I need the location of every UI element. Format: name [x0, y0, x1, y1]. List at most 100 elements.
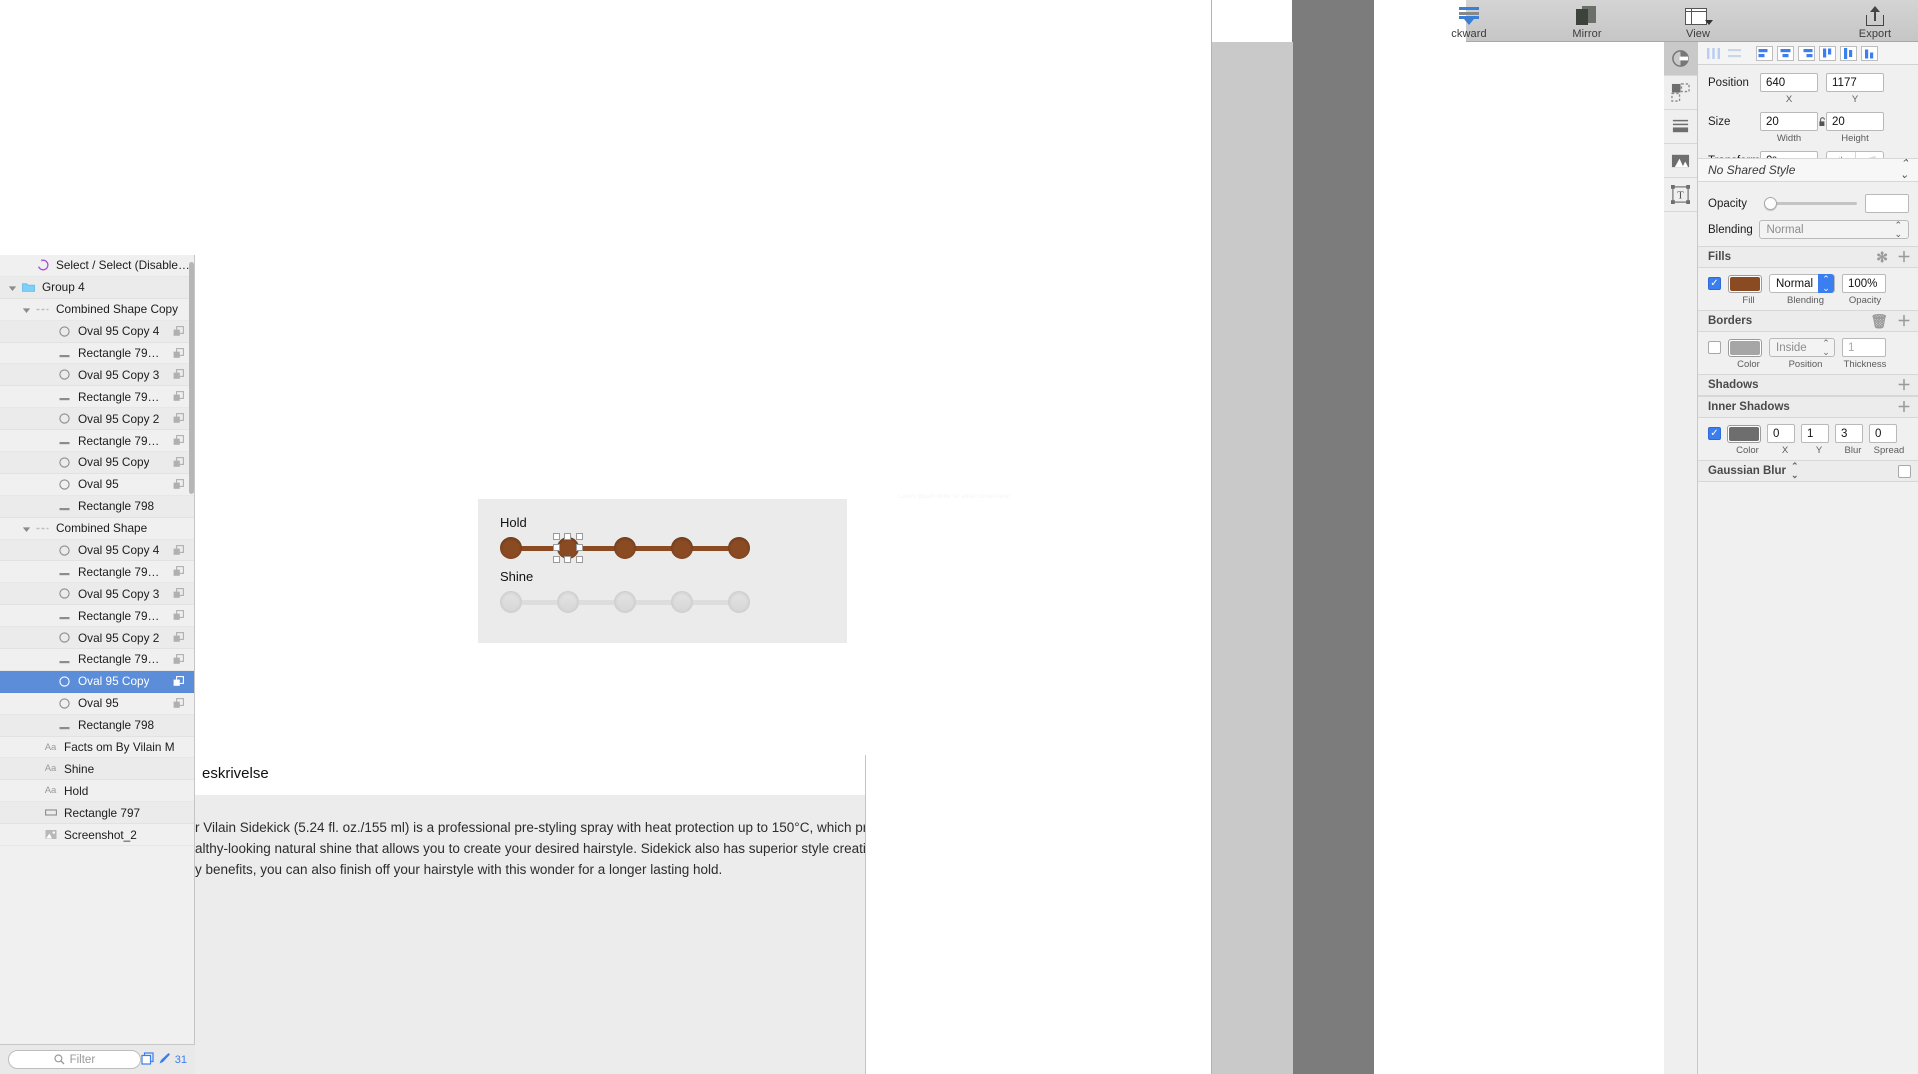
- align-center-icon[interactable]: [1776, 45, 1795, 62]
- layer-row[interactable]: Screenshot_2: [0, 824, 194, 846]
- layer-list-scrollbar[interactable]: [189, 262, 194, 494]
- hold-slider-dot-2[interactable]: [614, 537, 636, 559]
- inspector-tab-typography[interactable]: T: [1664, 178, 1697, 212]
- size-height-input[interactable]: 20: [1826, 112, 1884, 131]
- align-left-icon[interactable]: [1755, 45, 1774, 62]
- inspector-tab-images[interactable]: [1664, 144, 1697, 178]
- inner-shadow-y-input[interactable]: 1: [1801, 424, 1829, 443]
- borders-add-icon[interactable]: ＋: [1897, 311, 1911, 331]
- blending-select[interactable]: Normal ⌃ ⌄: [1759, 220, 1909, 239]
- gaussian-blur-checkbox[interactable]: [1898, 464, 1911, 478]
- layer-row[interactable]: Combined Shape Copy: [0, 299, 194, 321]
- handle-w[interactable]: [553, 544, 560, 551]
- opacity-slider-knob[interactable]: [1764, 197, 1777, 210]
- inspector-tab-appearance[interactable]: [1664, 42, 1697, 76]
- mask-icon[interactable]: [173, 457, 184, 471]
- mask-icon[interactable]: [173, 588, 184, 602]
- copy-icon[interactable]: [141, 1051, 154, 1068]
- align-right-icon[interactable]: [1797, 45, 1816, 62]
- hold-slider[interactable]: [500, 533, 756, 563]
- layer-row[interactable]: Oval 95: [0, 693, 194, 715]
- shine-slider-dot-0[interactable]: [500, 591, 522, 613]
- layer-row[interactable]: Aa Hold: [0, 780, 194, 802]
- position-x-input[interactable]: 640: [1760, 73, 1818, 92]
- inspector-tab-text-styles[interactable]: [1664, 110, 1697, 144]
- shine-slider-dot-1[interactable]: [557, 591, 579, 613]
- position-y-input[interactable]: 1177: [1826, 73, 1884, 92]
- layer-row[interactable]: Rectangle 79…: [0, 649, 194, 671]
- layer-row[interactable]: Group 4: [0, 276, 194, 299]
- toolbar-item-mirror[interactable]: Mirror: [1544, 2, 1630, 42]
- layer-row[interactable]: Oval 95 Copy 2: [0, 627, 194, 650]
- mask-icon[interactable]: [173, 632, 184, 646]
- chevron-down-icon[interactable]: [22, 304, 33, 315]
- opacity-slider[interactable]: [1764, 197, 1857, 210]
- mask-icon[interactable]: [173, 566, 184, 580]
- handle-n[interactable]: [564, 533, 571, 540]
- layer-row[interactable]: Oval 95 Copy 2: [0, 408, 194, 431]
- handle-s[interactable]: [564, 556, 571, 563]
- chevron-down-icon[interactable]: [22, 523, 33, 534]
- hold-slider-dot-4[interactable]: [728, 537, 750, 559]
- shine-slider-dot-2[interactable]: [614, 591, 636, 613]
- mask-icon[interactable]: [173, 413, 184, 427]
- layer-row[interactable]: Aa Shine: [0, 758, 194, 781]
- handle-ne[interactable]: [576, 533, 583, 540]
- layer-row[interactable]: Rectangle 79…: [0, 386, 194, 408]
- fills-settings-icon[interactable]: ✻: [1876, 249, 1888, 266]
- mask-icon[interactable]: [173, 697, 184, 712]
- size-width-input[interactable]: 20: [1760, 112, 1818, 131]
- mask-icon[interactable]: [173, 391, 184, 405]
- layer-row[interactable]: Rectangle 797: [0, 802, 194, 825]
- proportion-lock-icon[interactable]: [1818, 116, 1826, 127]
- layer-row[interactable]: Oval 95: [0, 474, 194, 496]
- mask-icon[interactable]: [173, 544, 184, 559]
- mask-icon[interactable]: [173, 435, 184, 449]
- align-top-icon[interactable]: [1818, 45, 1837, 62]
- borders-delete-icon[interactable]: 🗑: [1870, 313, 1888, 330]
- handle-e[interactable]: [576, 544, 583, 551]
- handle-sw[interactable]: [553, 556, 560, 563]
- inner-shadow-enabled-checkbox[interactable]: [1708, 427, 1721, 440]
- layer-row[interactable]: Rectangle 79…: [0, 605, 194, 627]
- layer-row[interactable]: Rectangle 798: [0, 495, 194, 518]
- border-color-swatch[interactable]: [1728, 338, 1762, 357]
- layer-row[interactable]: Oval 95 Copy 3: [0, 583, 194, 606]
- layer-row-selected[interactable]: Oval 95 Copy: [0, 670, 194, 693]
- toolbar-item-view[interactable]: View: [1655, 2, 1741, 42]
- inner-shadow-blur-input[interactable]: 3: [1835, 424, 1863, 443]
- layer-row[interactable]: Rectangle 79…: [0, 343, 194, 365]
- inner-shadow-spread-input[interactable]: 0: [1869, 424, 1897, 443]
- layer-row[interactable]: Rectangle 79…: [0, 430, 194, 452]
- shadows-add-icon[interactable]: ＋: [1897, 375, 1911, 395]
- mask-icon[interactable]: [173, 369, 184, 383]
- layer-row[interactable]: Select / Select (Disabled)…: [0, 255, 194, 277]
- toolbar-item-export[interactable]: Export: [1832, 2, 1918, 42]
- fill-opacity-input[interactable]: 100%: [1842, 274, 1886, 293]
- shine-slider-dot-4[interactable]: [728, 591, 750, 613]
- hold-slider-dot-3[interactable]: [671, 537, 693, 559]
- align-bottom-icon[interactable]: [1860, 45, 1879, 62]
- pencil-icon[interactable]: [158, 1052, 171, 1068]
- layer-row[interactable]: Aa Facts om By Vilain M: [0, 737, 194, 759]
- toolbar-item-backward[interactable]: ckward: [1426, 2, 1512, 42]
- layer-row[interactable]: Oval 95 Copy 3: [0, 364, 194, 387]
- mask-icon[interactable]: [173, 654, 184, 668]
- chevron-updown-icon[interactable]: ⌃ ⌄: [1791, 462, 1799, 480]
- fill-blending-select[interactable]: Normal ⌃ ⌄: [1769, 274, 1835, 293]
- layer-row[interactable]: Oval 95 Copy 4: [0, 539, 194, 562]
- handle-se[interactable]: [576, 556, 583, 563]
- mask-icon[interactable]: [173, 347, 184, 362]
- chevron-down-icon[interactable]: [8, 282, 19, 293]
- align-middle-icon[interactable]: [1839, 45, 1858, 62]
- fill-enabled-checkbox[interactable]: [1708, 277, 1721, 290]
- shine-slider[interactable]: [500, 591, 756, 613]
- inspector-tab-layer-styles[interactable]: [1664, 76, 1697, 110]
- inner-shadows-add-icon[interactable]: ＋: [1897, 397, 1911, 417]
- border-position-select[interactable]: Inside ⌃ ⌄: [1769, 338, 1835, 357]
- shared-style-select[interactable]: No Shared Style ⌃ ⌄: [1698, 158, 1918, 182]
- artboard[interactable]: Hold Shine: [478, 499, 847, 643]
- layer-row[interactable]: Rectangle 79…: [0, 561, 194, 583]
- shine-slider-dot-3[interactable]: [671, 591, 693, 613]
- fill-color-swatch[interactable]: [1728, 274, 1762, 293]
